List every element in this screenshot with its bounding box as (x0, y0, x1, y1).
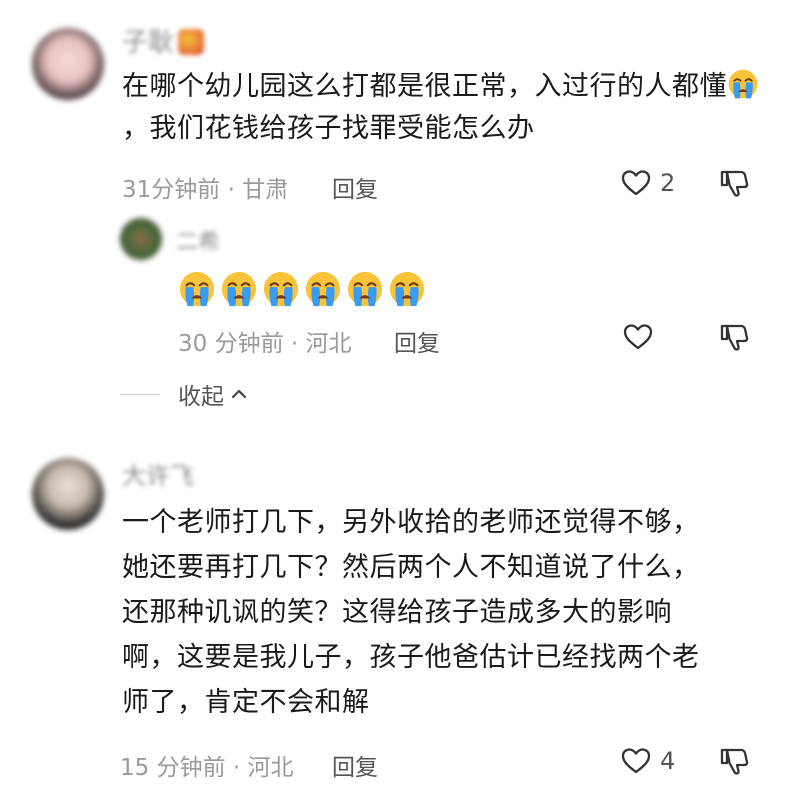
comment-line: 师了，肯定不会和解 (122, 687, 370, 718)
avatar[interactable] (32, 28, 104, 100)
like-button[interactable]: 4 (620, 745, 675, 777)
location: 河北 (305, 331, 352, 357)
badge-icon (178, 29, 205, 55)
heart-icon (622, 321, 654, 353)
divider (120, 393, 160, 395)
comment-text: 一个老师打几下，另外收拾的老师还觉得不够， 她还要再打几下？然后两个人不知道说了… (122, 500, 772, 725)
username[interactable]: 大许飞 (122, 456, 194, 491)
username-text: 子耿 (122, 28, 175, 58)
thumbs-down-icon[interactable] (718, 167, 750, 199)
reply-button[interactable]: 回复 (332, 170, 378, 204)
reply-button[interactable]: 回复 (394, 324, 440, 358)
loudly-crying-face-icon (346, 270, 384, 308)
username-text: 二希 (176, 230, 221, 255)
comment-line: 她还要再打几下？然后两个人不知道说了什么， (122, 552, 700, 583)
timestamp: 15 分钟前 (120, 755, 226, 781)
comment-meta: 15 分钟前 · 河北 (120, 755, 294, 781)
emoji-row (178, 270, 430, 308)
like-count: 2 (660, 169, 676, 197)
like-button[interactable]: 2 (620, 167, 675, 199)
heart-icon (620, 167, 652, 199)
thumbs-down-icon[interactable] (718, 745, 750, 777)
location: 河北 (247, 755, 294, 781)
comment-text: 在哪个幼儿园这么打都是很正常，入过行的人都懂，我们花钱给孩子找罪受能怎么办 (122, 66, 762, 150)
comment-line: 还那种讥讽的笑？这得给孩子造成多大的影响 (122, 597, 672, 628)
username[interactable]: 二希 (176, 224, 220, 256)
avatar[interactable] (32, 458, 104, 530)
loudly-crying-face-icon (388, 270, 426, 308)
loudly-crying-face-icon (178, 270, 216, 308)
loudly-crying-face-icon (262, 270, 300, 308)
thumbs-down-icon[interactable] (718, 321, 750, 353)
collapse-label[interactable]: 收起 (178, 377, 224, 411)
chevron-up-icon[interactable] (230, 385, 248, 403)
loudly-crying-face-icon (727, 68, 759, 100)
loudly-crying-face-icon (304, 270, 342, 308)
avatar[interactable] (120, 218, 162, 260)
like-count: 4 (660, 747, 676, 775)
username[interactable]: 子耿 (122, 22, 205, 59)
comment-line: 一个老师打几下，另外收拾的老师还觉得不够， (122, 507, 700, 538)
heart-icon (620, 745, 652, 777)
comment-meta: 30 分钟前 · 河北 (178, 331, 352, 357)
username-text: 大许飞 (122, 462, 194, 490)
timestamp: 30 分钟前 (178, 331, 284, 357)
location: 甘肃 (242, 177, 289, 203)
timestamp: 31分钟前 (122, 177, 221, 203)
like-button[interactable] (622, 321, 654, 353)
reply-button[interactable]: 回复 (332, 748, 378, 782)
comment-line: 啊，这要是我儿子，孩子他爸估计已经找两个老 (122, 642, 700, 673)
comment-meta: 31分钟前 · 甘肃 (122, 177, 289, 203)
collapse-replies[interactable]: 收起 (120, 377, 248, 411)
loudly-crying-face-icon (220, 270, 258, 308)
